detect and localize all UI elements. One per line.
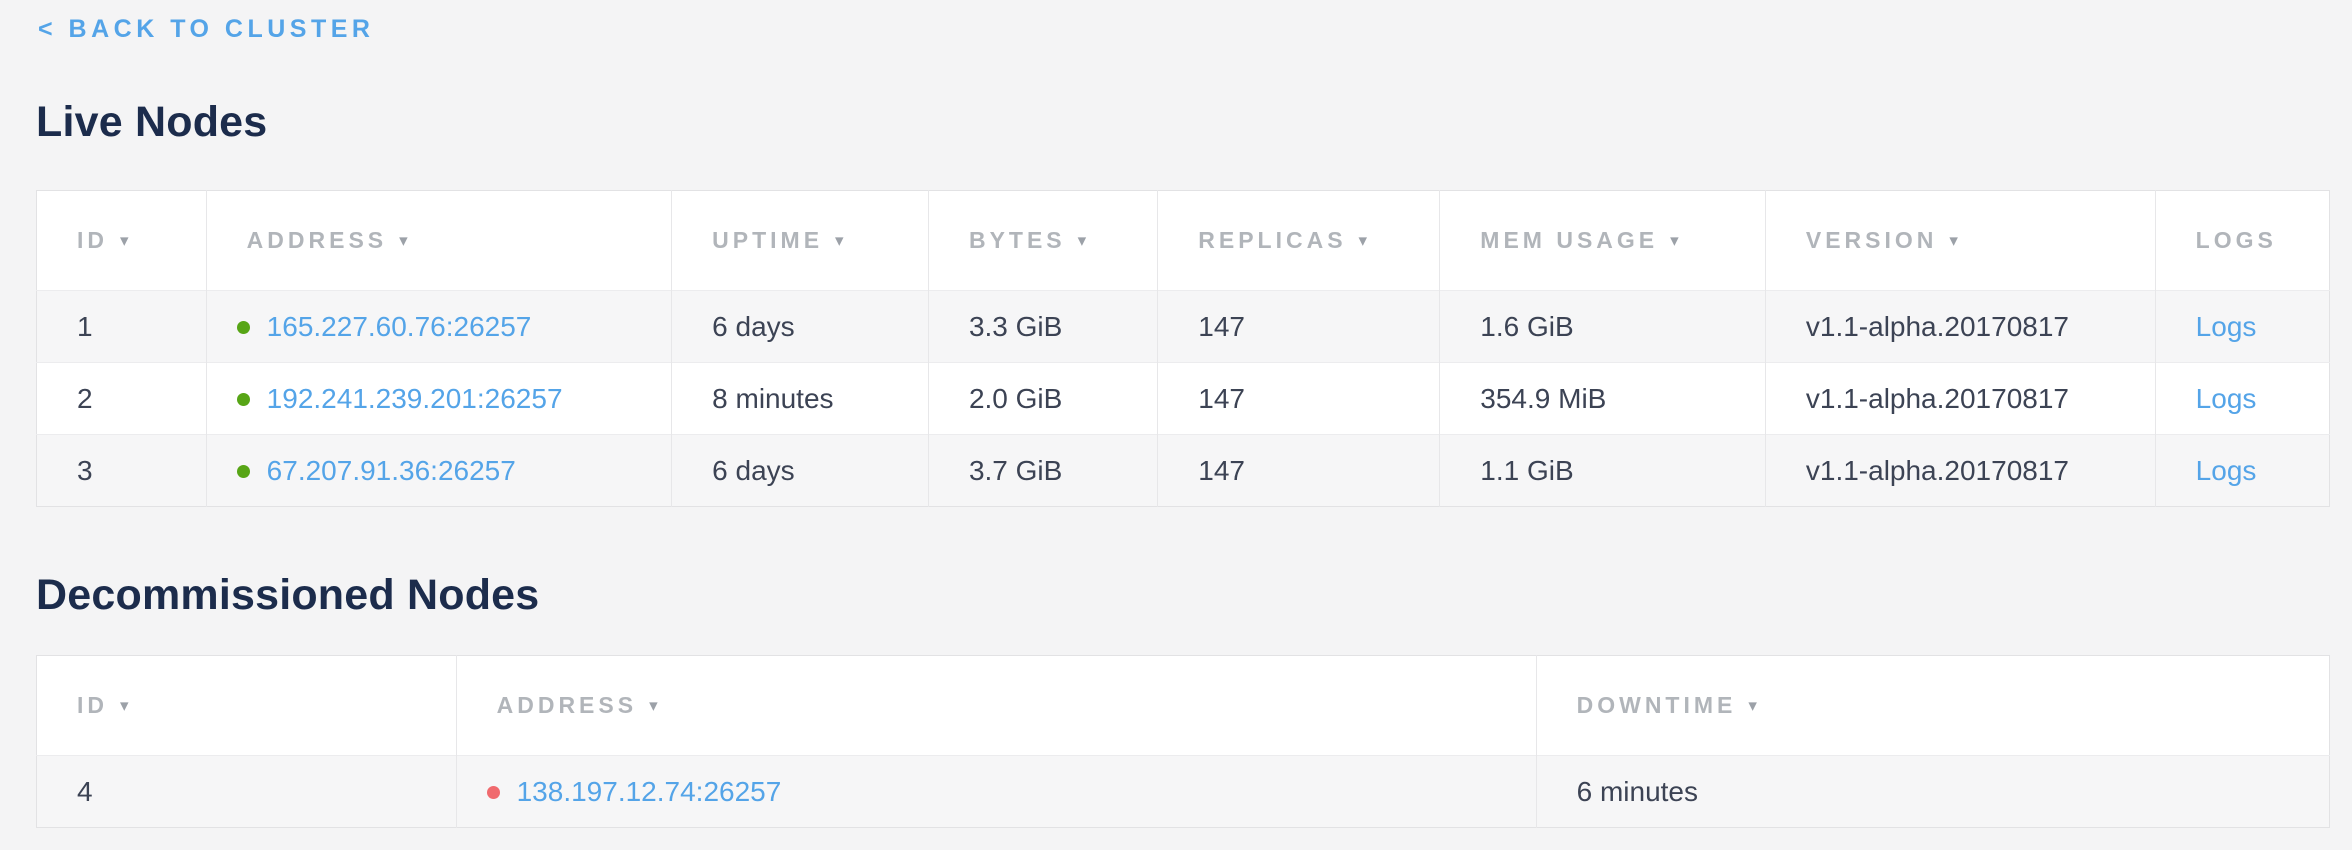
node-bytes-cell: 2.0 GiB	[928, 363, 1157, 435]
column-label: LOGS	[2196, 227, 2277, 253]
node-mem-usage-cell: 1.6 GiB	[1440, 291, 1766, 363]
sort-arrow-icon: ▾	[1670, 231, 1679, 250]
table-row: 4 138.197.12.74:26257 6 minutes	[37, 756, 2330, 828]
live-status-dot-icon	[237, 465, 250, 478]
node-logs-cell: Logs	[2155, 291, 2329, 363]
node-logs-link[interactable]: Logs	[2196, 383, 2257, 414]
live-status-dot-icon	[237, 393, 250, 406]
decommissioned-nodes-header-row: ID ▾ ADDRESS ▾ DOWNTIME ▾	[37, 656, 2330, 756]
live-status-dot-icon	[237, 321, 250, 334]
node-downtime-cell: 6 minutes	[1536, 756, 2329, 828]
node-replicas-cell: 147	[1158, 435, 1440, 507]
sort-arrow-icon: ▾	[835, 231, 844, 250]
node-logs-cell: Logs	[2155, 363, 2329, 435]
node-bytes-cell: 3.3 GiB	[928, 291, 1157, 363]
node-logs-cell: Logs	[2155, 435, 2329, 507]
column-header-version[interactable]: VERSION ▾	[1765, 191, 2155, 291]
node-version-cell: v1.1-alpha.20170817	[1765, 363, 2155, 435]
nodes-overview-page: < BACK TO CLUSTER Live Nodes ID ▾ ADDRESS…	[0, 0, 2330, 828]
node-logs-link[interactable]: Logs	[2196, 455, 2257, 486]
column-label: ID	[77, 692, 108, 718]
node-address-cell: 67.207.91.36:26257	[206, 435, 671, 507]
table-row: 2 192.241.239.201:26257 8 minutes 2.0 Gi…	[37, 363, 2330, 435]
node-id-cell: 1	[37, 291, 207, 363]
column-header-logs: LOGS	[2155, 191, 2329, 291]
column-label: BYTES	[969, 227, 1066, 253]
column-header-mem-usage[interactable]: MEM USAGE ▾	[1440, 191, 1766, 291]
column-header-bytes[interactable]: BYTES ▾	[928, 191, 1157, 291]
column-label: ID	[77, 227, 108, 253]
column-label: ADDRESS	[247, 227, 387, 253]
node-mem-usage-cell: 1.1 GiB	[1440, 435, 1766, 507]
sort-arrow-icon: ▾	[1949, 231, 1958, 250]
node-address-cell: 138.197.12.74:26257	[456, 756, 1536, 828]
sort-arrow-icon: ▾	[649, 696, 658, 715]
column-header-id[interactable]: ID ▾	[37, 656, 457, 756]
decommissioned-nodes-table: ID ▾ ADDRESS ▾ DOWNTIME ▾ 4 138.197.12.74:2…	[36, 655, 2330, 828]
column-label: VERSION	[1806, 227, 1938, 253]
node-uptime-cell: 6 days	[672, 435, 929, 507]
sort-arrow-icon: ▾	[399, 231, 408, 250]
node-id-cell: 4	[37, 756, 457, 828]
column-header-replicas[interactable]: REPLICAS ▾	[1158, 191, 1440, 291]
table-row: 3 67.207.91.36:26257 6 days 3.7 GiB 147 …	[37, 435, 2330, 507]
column-header-address[interactable]: ADDRESS ▾	[456, 656, 1536, 756]
decommissioned-status-dot-icon	[487, 786, 500, 799]
live-nodes-heading: Live Nodes	[36, 98, 2330, 146]
node-address-link[interactable]: 165.227.60.76:26257	[267, 311, 532, 342]
column-header-id[interactable]: ID ▾	[37, 191, 207, 291]
sort-arrow-icon: ▾	[1359, 231, 1368, 250]
node-address-cell: 165.227.60.76:26257	[206, 291, 671, 363]
decommissioned-nodes-heading: Decommissioned Nodes	[36, 571, 2330, 619]
column-header-address[interactable]: ADDRESS ▾	[206, 191, 671, 291]
sort-arrow-icon: ▾	[120, 696, 129, 715]
column-label: REPLICAS	[1198, 227, 1346, 253]
column-header-downtime[interactable]: DOWNTIME ▾	[1536, 656, 2329, 756]
node-address-cell: 192.241.239.201:26257	[206, 363, 671, 435]
node-bytes-cell: 3.7 GiB	[928, 435, 1157, 507]
node-version-cell: v1.1-alpha.20170817	[1765, 435, 2155, 507]
column-label: ADDRESS	[497, 692, 637, 718]
node-mem-usage-cell: 354.9 MiB	[1440, 363, 1766, 435]
node-uptime-cell: 6 days	[672, 291, 929, 363]
node-uptime-cell: 8 minutes	[672, 363, 929, 435]
node-address-link[interactable]: 67.207.91.36:26257	[267, 455, 516, 486]
sort-arrow-icon: ▾	[1078, 231, 1087, 250]
column-label: UPTIME	[712, 227, 823, 253]
sort-arrow-icon: ▾	[120, 231, 129, 250]
live-nodes-header-row: ID ▾ ADDRESS ▾ UPTIME ▾ BYTES ▾ REPLICAS ▾ ME…	[37, 191, 2330, 291]
column-label: DOWNTIME	[1577, 692, 1737, 718]
sort-arrow-icon: ▾	[1748, 696, 1757, 715]
node-replicas-cell: 147	[1158, 291, 1440, 363]
node-version-cell: v1.1-alpha.20170817	[1765, 291, 2155, 363]
back-to-cluster-link[interactable]: < BACK TO CLUSTER	[38, 14, 374, 44]
column-header-uptime[interactable]: UPTIME ▾	[672, 191, 929, 291]
node-address-link[interactable]: 138.197.12.74:26257	[517, 776, 782, 807]
node-address-link[interactable]: 192.241.239.201:26257	[267, 383, 563, 414]
node-id-cell: 2	[37, 363, 207, 435]
node-id-cell: 3	[37, 435, 207, 507]
table-row: 1 165.227.60.76:26257 6 days 3.3 GiB 147…	[37, 291, 2330, 363]
live-nodes-table: ID ▾ ADDRESS ▾ UPTIME ▾ BYTES ▾ REPLICAS ▾ ME…	[36, 190, 2330, 507]
node-logs-link[interactable]: Logs	[2196, 311, 2257, 342]
column-label: MEM USAGE	[1480, 227, 1658, 253]
node-replicas-cell: 147	[1158, 363, 1440, 435]
